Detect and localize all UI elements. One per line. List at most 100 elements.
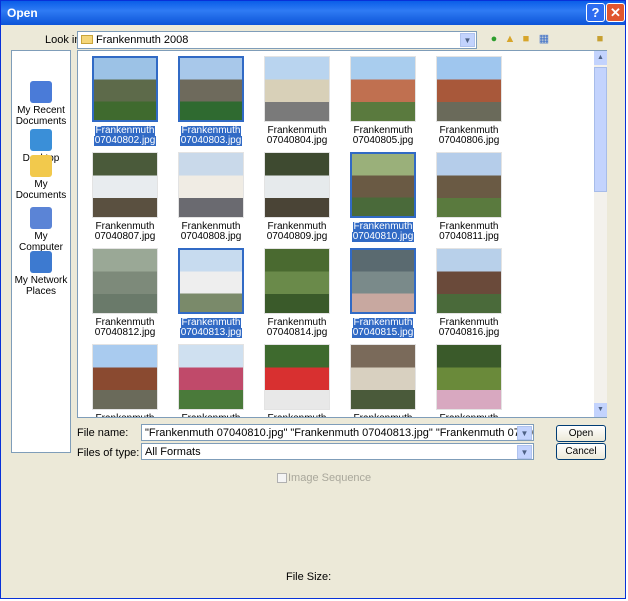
file-name: Frankenmuth [168, 414, 254, 418]
chevron-down-icon[interactable]: ▼ [460, 33, 475, 47]
file-thumbnail[interactable] [350, 56, 416, 122]
file-name: Frankenmuth 07040807.jpg [82, 222, 168, 242]
scrollbar-thumb[interactable] [594, 67, 607, 192]
file-item[interactable]: Frankenmuth [254, 341, 340, 418]
place-label: My Network Places [14, 275, 68, 297]
file-item[interactable]: Frankenmuth 07040806.jpg [426, 53, 512, 146]
file-name-line: 07040803.jpg [179, 135, 243, 146]
file-name-input[interactable]: "Frankenmuth 07040810.jpg" "Frankenmuth … [141, 424, 534, 441]
file-thumbnail[interactable] [92, 152, 158, 218]
place-network-places[interactable]: My Network Places [12, 251, 70, 297]
cancel-button[interactable]: Cancel [556, 443, 606, 460]
file-thumbnail[interactable] [178, 344, 244, 410]
file-item[interactable]: Frankenmuth [426, 341, 512, 418]
chevron-down-icon[interactable]: ▼ [517, 426, 532, 440]
file-name-line: 07040808.jpg [180, 231, 242, 242]
scroll-down-icon[interactable]: ▼ [594, 403, 607, 417]
file-name-line: Frankenmuth [181, 414, 242, 418]
file-thumbnail[interactable] [92, 344, 158, 410]
file-name-value: "Frankenmuth 07040810.jpg" "Frankenmuth … [145, 427, 533, 439]
places-bar: My Recent DocumentsDesktopMy DocumentsMy… [11, 50, 71, 453]
file-item[interactable]: Frankenmuth 07040805.jpg [340, 53, 426, 146]
place-recent-documents[interactable]: My Recent Documents [12, 81, 70, 127]
file-item[interactable]: Frankenmuth 07040807.jpg [82, 149, 168, 242]
file-item[interactable]: Frankenmuth [168, 341, 254, 418]
image-sequence-checkbox[interactable] [277, 473, 287, 483]
recent-documents-icon [30, 81, 52, 103]
file-name-line: Frankenmuth [267, 414, 328, 418]
file-name-line: 07040807.jpg [94, 231, 156, 242]
file-thumbnail[interactable] [436, 344, 502, 410]
file-item[interactable]: Frankenmuth 07040809.jpg [254, 149, 340, 242]
file-name: Frankenmuth 07040810.jpg [340, 222, 426, 242]
back-icon[interactable]: ● [487, 32, 501, 46]
place-label: My Recent Documents [15, 105, 67, 127]
dialog-title: Open [7, 6, 38, 20]
file-name: Frankenmuth [254, 414, 340, 418]
file-thumbnail[interactable] [350, 152, 416, 218]
place-my-documents[interactable]: My Documents [12, 155, 70, 201]
file-thumbnail[interactable] [178, 152, 244, 218]
file-thumbnail[interactable] [436, 152, 502, 218]
file-name: Frankenmuth 07040802.jpg [82, 126, 168, 146]
file-item[interactable]: Frankenmuth 07040816.jpg [426, 245, 512, 338]
look-in-value: Frankenmuth 2008 [96, 34, 189, 46]
up-folder-icon[interactable]: ▲ [503, 32, 517, 46]
file-item[interactable]: Frankenmuth 07040813.jpg [168, 245, 254, 338]
file-thumbnail[interactable] [350, 248, 416, 314]
file-thumbnail[interactable] [264, 248, 330, 314]
place-label: My Documents [15, 179, 67, 201]
chevron-down-icon[interactable]: ▼ [517, 445, 532, 459]
folder-icon [81, 35, 93, 44]
open-button[interactable]: Open [556, 425, 606, 442]
file-name-line: 07040813.jpg [179, 327, 243, 338]
file-name: Frankenmuth 07040813.jpg [168, 318, 254, 338]
my-documents-icon [30, 155, 52, 177]
file-name: Frankenmuth 07040805.jpg [340, 126, 426, 146]
look-in-dropdown[interactable]: Frankenmuth 2008 ▼ [77, 31, 477, 49]
file-item[interactable]: Frankenmuth 07040810.jpg [340, 149, 426, 242]
file-thumbnail[interactable] [264, 152, 330, 218]
network-places-icon [30, 251, 52, 273]
file-name: Frankenmuth 07040814.jpg [254, 318, 340, 338]
file-thumbnail[interactable] [436, 56, 502, 122]
file-item[interactable]: Frankenmuth 07040811.jpg [426, 149, 512, 242]
scroll-up-icon[interactable]: ▲ [594, 51, 607, 65]
file-type-select[interactable]: All Formats ▼ [141, 443, 534, 460]
file-item[interactable]: Frankenmuth 07040804.jpg [254, 53, 340, 146]
file-type-label: Files of type: [77, 447, 140, 459]
file-name-line: Frankenmuth [439, 414, 500, 418]
file-thumbnail[interactable] [178, 56, 244, 122]
file-name-line: 07040812.jpg [94, 327, 156, 338]
file-name: Frankenmuth 07040804.jpg [254, 126, 340, 146]
file-list[interactable]: Frankenmuth 07040802.jpg Frankenmuth 070408… [77, 50, 607, 418]
file-item[interactable]: Frankenmuth [82, 341, 168, 418]
file-item[interactable]: Frankenmuth 07040802.jpg [82, 53, 168, 146]
file-name-line: 07040802.jpg [93, 135, 157, 146]
file-name: Frankenmuth 07040816.jpg [426, 318, 512, 338]
view-menu-icon[interactable]: ▦ [535, 32, 553, 46]
file-item[interactable]: Frankenmuth 07040814.jpg [254, 245, 340, 338]
file-thumbnail[interactable] [350, 344, 416, 410]
file-thumbnail[interactable] [436, 248, 502, 314]
file-item[interactable]: Frankenmuth 07040808.jpg [168, 149, 254, 242]
file-thumbnail[interactable] [178, 248, 244, 314]
new-folder-icon[interactable]: ■ [519, 32, 533, 46]
help-button[interactable]: ? [586, 3, 605, 22]
place-my-computer[interactable]: My Computer [12, 207, 70, 253]
close-button[interactable]: ✕ [606, 3, 625, 22]
file-item[interactable]: Frankenmuth 07040812.jpg [82, 245, 168, 338]
file-name-line: Frankenmuth [95, 414, 156, 418]
file-name: Frankenmuth 07040803.jpg [168, 126, 254, 146]
file-item[interactable]: Frankenmuth [340, 341, 426, 418]
file-name-line: Frankenmuth [353, 414, 414, 418]
file-thumbnail[interactable] [92, 56, 158, 122]
file-thumbnail[interactable] [264, 56, 330, 122]
file-item[interactable]: Frankenmuth 07040815.jpg [340, 245, 426, 338]
vertical-scrollbar[interactable]: ▲ ▼ [594, 51, 607, 417]
file-item[interactable]: Frankenmuth 07040803.jpg [168, 53, 254, 146]
file-thumbnail[interactable] [264, 344, 330, 410]
file-thumbnail[interactable] [92, 248, 158, 314]
open-folder-icon[interactable]: ■ [593, 32, 607, 46]
file-name-line: 07040816.jpg [438, 327, 500, 338]
